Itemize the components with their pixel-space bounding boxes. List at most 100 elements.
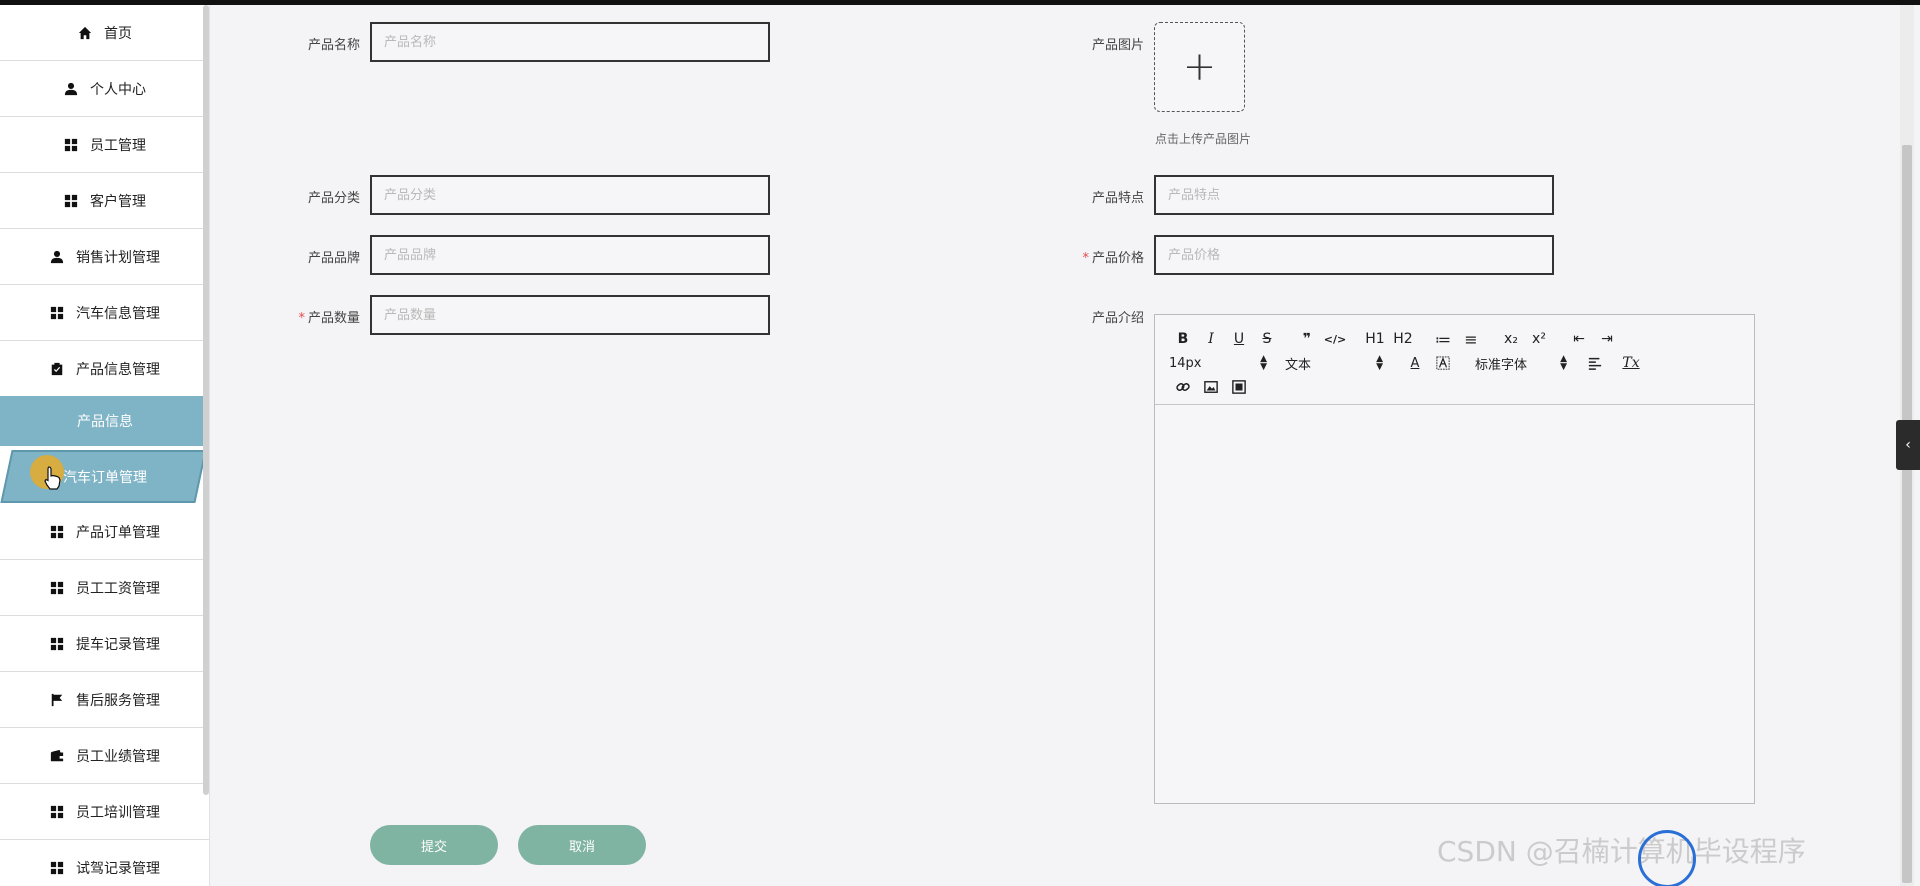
sidebar-item-label: 员工业绩管理	[76, 748, 160, 765]
font-size-select[interactable]: 14px ▲ ▼	[1169, 352, 1267, 374]
submit-button[interactable]: 提交	[370, 825, 498, 865]
chevron-left-icon: ‹	[1905, 437, 1911, 453]
product-intro-label: 产品介绍	[1091, 311, 1144, 326]
grid-icon	[50, 525, 64, 539]
cancel-button[interactable]: 取消	[518, 825, 646, 865]
sidebar-item-car-info[interactable]: 汽车信息管理	[0, 285, 209, 341]
text-type-select[interactable]: 文本 ▲ ▼	[1285, 352, 1383, 374]
product-category-input[interactable]	[370, 175, 770, 215]
image-button[interactable]	[1197, 376, 1225, 398]
image-upload-button[interactable]: +	[1154, 22, 1245, 112]
product-quantity-input[interactable]	[370, 295, 770, 335]
hand-cursor-icon	[44, 466, 61, 490]
sidebar-item-label: 汽车订单管理	[63, 469, 147, 486]
product-price-label: * 产品价格	[1082, 251, 1144, 266]
video-button[interactable]	[1225, 376, 1253, 398]
subscript-button[interactable]: x₂	[1497, 328, 1525, 350]
user-icon	[50, 250, 64, 264]
grid-icon	[50, 805, 64, 819]
product-price-input[interactable]	[1154, 235, 1554, 275]
image-icon	[1204, 381, 1218, 393]
submenu-label: 产品信息	[77, 414, 133, 430]
sidebar-item-after-sales[interactable]: 售后服务管理	[0, 672, 209, 728]
sidebar-item-label: 客户管理	[90, 193, 146, 210]
required-mark: *	[1082, 251, 1089, 266]
sidebar-item-label: 员工培训管理	[76, 804, 160, 821]
grid-icon	[50, 637, 64, 651]
product-brand-input[interactable]	[370, 235, 770, 275]
sidebar-item-pickup[interactable]: 提车记录管理	[0, 616, 209, 672]
outdent-button[interactable]: ⇤	[1565, 328, 1593, 350]
submenu-product-info[interactable]: 产品信息	[0, 396, 209, 446]
underline-button[interactable]: U	[1225, 328, 1253, 350]
select-arrows-icon: ▲ ▼	[1376, 354, 1383, 372]
video-icon	[1232, 380, 1246, 394]
sidebar-item-customers[interactable]: 客户管理	[0, 173, 209, 229]
sidebar-item-sales-plan[interactable]: 销售计划管理	[0, 229, 209, 285]
sidebar-item-label: 员工工资管理	[76, 580, 160, 597]
plus-icon: +	[1182, 44, 1217, 90]
collapse-panel-button[interactable]: ‹	[1896, 420, 1920, 470]
font-family-select[interactable]: 标准字体 ▲ ▼	[1475, 352, 1567, 374]
align-button[interactable]	[1581, 352, 1609, 374]
code-block-button[interactable]: </>	[1321, 328, 1349, 350]
bullet-list-button[interactable]: ≡	[1457, 328, 1485, 350]
product-brand-label: 产品品牌	[307, 251, 360, 266]
product-quantity-label: * 产品数量	[298, 311, 360, 326]
home-icon	[78, 26, 92, 40]
product-name-input[interactable]	[370, 22, 770, 62]
grid-icon	[64, 194, 78, 208]
sidebar-item-employees[interactable]: 员工管理	[0, 117, 209, 173]
upload-hint: 点击上传产品图片	[1155, 132, 1252, 146]
watermark: CSDN @召楠计算机毕设程序	[1437, 835, 1806, 868]
select-arrows-icon: ▲ ▼	[1560, 354, 1567, 372]
italic-button[interactable]: I	[1197, 328, 1225, 350]
highlight-icon	[1436, 356, 1450, 370]
sidebar-item-training[interactable]: 员工培训管理	[0, 784, 209, 840]
product-image-label: 产品图片	[1091, 38, 1144, 53]
header1-button[interactable]: H1	[1361, 328, 1389, 350]
sidebar-item-test-drive[interactable]: 试驾记录管理	[0, 840, 209, 886]
product-feature-input[interactable]	[1154, 175, 1554, 215]
sidebar-item-salary[interactable]: 员工工资管理	[0, 560, 209, 616]
indent-button[interactable]: ⇥	[1593, 328, 1621, 350]
product-category-label: 产品分类	[307, 191, 360, 206]
sidebar-item-performance[interactable]: 员工业绩管理	[0, 728, 209, 784]
sidebar-item-label: 个人中心	[90, 81, 146, 98]
rich-text-editor: B I U S ❞ </> H1 H2 ≔ ≡ x₂ x² ⇤ ⇥ 14px ▲…	[1154, 314, 1755, 804]
sidebar-item-home[interactable]: 首页	[0, 5, 209, 61]
blockquote-button[interactable]: ❞	[1293, 328, 1321, 350]
clipboard-icon	[50, 362, 64, 376]
link-button[interactable]	[1169, 376, 1197, 398]
sidebar-item-profile[interactable]: 个人中心	[0, 61, 209, 117]
grid-icon	[50, 306, 64, 320]
sidebar-item-product-info[interactable]: 产品信息管理	[0, 341, 209, 397]
sidebar: 首页 个人中心 员工管理 客户管理 销售计划管理 汽车信息管理 产品信息管理 产…	[0, 5, 210, 886]
bold-button[interactable]: B	[1169, 328, 1197, 350]
grid-icon	[50, 581, 64, 595]
wallet-icon	[50, 749, 64, 763]
select-arrows-icon: ▲ ▼	[1260, 354, 1267, 372]
header2-button[interactable]: H2	[1389, 328, 1417, 350]
editor-toolbar: B I U S ❞ </> H1 H2 ≔ ≡ x₂ x² ⇤ ⇥ 14px ▲…	[1155, 315, 1754, 405]
strike-button[interactable]: S	[1253, 328, 1281, 350]
sidebar-item-label: 首页	[104, 25, 132, 42]
superscript-button[interactable]: x²	[1525, 328, 1553, 350]
main-scrollbar-thumb[interactable]	[1902, 145, 1912, 883]
sidebar-item-product-orders[interactable]: 产品订单管理	[0, 504, 209, 560]
sidebar-item-label: 试驾记录管理	[76, 860, 160, 877]
background-color-button[interactable]	[1429, 352, 1457, 374]
clear-format-button[interactable]: Tx	[1617, 352, 1645, 374]
ordered-list-button[interactable]: ≔	[1429, 328, 1457, 350]
font-color-button[interactable]: A	[1401, 352, 1429, 374]
user-icon	[64, 82, 78, 96]
sidebar-item-label: 员工管理	[90, 137, 146, 154]
toolbar-row-1: B I U S ❞ </> H1 H2 ≔ ≡ x₂ x² ⇤ ⇥	[1169, 327, 1744, 351]
sidebar-item-label: 销售计划管理	[76, 249, 160, 266]
sidebar-item-label: 汽车信息管理	[76, 305, 160, 322]
product-feature-label: 产品特点	[1091, 191, 1144, 206]
toolbar-row-2: 14px ▲ ▼ 文本 ▲ ▼ A 标准字体 ▲ ▼ Tx	[1169, 351, 1744, 375]
sidebar-scrollbar[interactable]	[203, 5, 209, 795]
link-icon	[1176, 383, 1190, 391]
editor-content-area[interactable]	[1155, 405, 1754, 803]
